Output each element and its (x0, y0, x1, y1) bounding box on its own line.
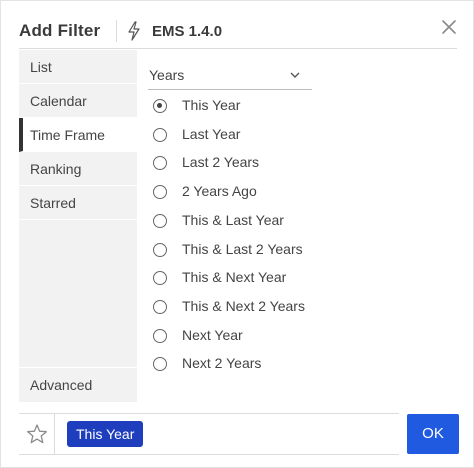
radio-option-label: 2 Years Ago (182, 183, 257, 200)
radio-option-label: This Year (182, 97, 241, 113)
radio-option[interactable]: This & Next Year (153, 267, 403, 289)
filter-category-sidebar: List Calendar Time Frame Ranking Starred… (19, 50, 137, 402)
radio-button[interactable] (153, 99, 167, 113)
radio-option[interactable]: 2 Years Ago (153, 181, 403, 203)
radio-button[interactable] (153, 156, 167, 171)
radio-button[interactable] (153, 185, 167, 200)
sidebar-item-time-frame[interactable]: Time Frame (19, 118, 137, 152)
radio-option[interactable]: Next Year (153, 325, 403, 347)
radio-button[interactable] (153, 299, 167, 314)
radio-option[interactable]: This & Last 2 Years (153, 239, 403, 261)
unit-select-value: Years (149, 67, 185, 83)
star-icon (27, 424, 47, 444)
dialog-title: Add Filter (19, 21, 101, 40)
chevron-down-icon (290, 72, 300, 78)
sidebar-item-ranking[interactable]: Ranking (19, 152, 137, 186)
radio-button[interactable] (153, 213, 167, 228)
radio-option-label: This & Last 2 Years (182, 240, 303, 257)
radio-button[interactable] (153, 271, 167, 286)
radio-option-label: Next 2 Years (182, 355, 262, 372)
radio-button[interactable] (153, 357, 167, 372)
radio-option-label: This & Last Year (182, 211, 284, 228)
radio-option[interactable]: This & Next 2 Years (153, 296, 403, 318)
sidebar-item-advanced[interactable]: Advanced (19, 368, 137, 402)
version-label: EMS 1.4.0 (152, 23, 223, 40)
header-divider (19, 48, 457, 49)
radio-option-label: This & Next 2 Years (182, 297, 305, 314)
radio-option[interactable]: This & Last Year (153, 210, 403, 232)
close-icon[interactable] (439, 17, 459, 37)
radio-option[interactable]: Last 2 Years (153, 152, 403, 174)
sidebar-item-list[interactable]: List (19, 50, 137, 84)
selected-filter-chip[interactable]: This Year (67, 421, 144, 447)
title-divider (116, 20, 117, 42)
radio-button[interactable] (153, 127, 167, 142)
footer-bottom-line (19, 454, 399, 455)
radio-option-label: Last Year (182, 125, 241, 142)
bolt-icon (128, 21, 140, 41)
radio-option-label: Next Year (182, 326, 243, 343)
radio-option-label: This & Next Year (182, 269, 287, 286)
radio-option[interactable]: This Year (153, 95, 403, 117)
radio-option-label: Last 2 Years (182, 154, 260, 171)
add-filter-dialog: Add Filter EMS 1.4.0 List Calendar Time … (0, 0, 474, 468)
sidebar-item-calendar[interactable]: Calendar (19, 84, 137, 118)
radio-button[interactable] (153, 328, 167, 343)
radio-button[interactable] (153, 242, 167, 257)
star-button[interactable] (19, 414, 55, 454)
radio-option[interactable]: Next 2 Years (153, 353, 403, 375)
sidebar-item-starred[interactable]: Starred (19, 186, 137, 220)
radio-option[interactable]: Last Year (153, 124, 403, 146)
ok-button[interactable]: OK (407, 414, 459, 454)
footer-divider (19, 413, 399, 414)
unit-select[interactable]: Years (148, 62, 312, 90)
